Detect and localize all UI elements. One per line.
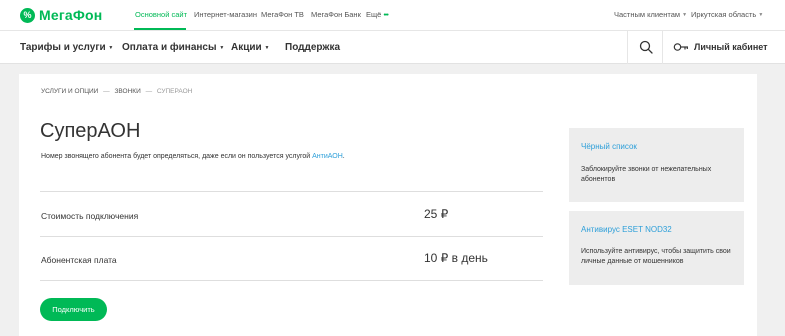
megafon-logo[interactable]: % МегаФон (20, 7, 102, 23)
nav-item-label: Акции (231, 42, 262, 53)
top-link-tv[interactable]: МегаФон ТВ (261, 10, 304, 19)
breadcrumb-separator: — (145, 88, 153, 95)
page-description: Номер звонящего абонента будет определят… (41, 153, 345, 160)
related-card-text: Заблокируйте звонки от нежелательных або… (581, 166, 712, 183)
chevron-down-icon: ▼ (219, 45, 225, 51)
page-title: СуперАОН (40, 120, 141, 142)
personal-account-label: Личный кабинет (694, 42, 768, 52)
related-card-title[interactable]: Антивирус ESET NOD32 (581, 225, 672, 234)
breadcrumb-current: СуперАОН (156, 88, 193, 95)
personal-account-link[interactable]: Личный кабинет (673, 42, 768, 52)
main-nav: Тарифы и услуги ▼ Оплата и финансы ▼ Акц… (0, 31, 785, 64)
active-tab-indicator (134, 28, 186, 30)
monthly-fee-label: Абонентская плата (41, 255, 117, 265)
key-icon (673, 43, 688, 51)
description-text: Номер звонящего абонента будет определят… (41, 153, 313, 160)
chevron-down-icon: ▼ (108, 45, 114, 51)
connection-cost-label: Стоимость подключения (41, 211, 139, 221)
breadcrumb-item-services[interactable]: Услуги и опции (41, 88, 98, 95)
top-bar: % МегаФон Основной сайт Интернет-магазин… (0, 0, 785, 31)
top-link-main-site[interactable]: Основной сайт (135, 10, 187, 19)
nav-item-promo[interactable]: Акции ▼ (231, 42, 269, 53)
chevron-down-icon: ▼ (758, 12, 764, 18)
search-button[interactable] (627, 31, 663, 64)
nav-item-label: Оплата и финансы (122, 42, 217, 53)
description-end: . (342, 153, 345, 160)
chevron-down-icon: ▼ (264, 45, 270, 51)
connection-cost-value: 25 ₽ (424, 207, 449, 221)
related-card-blacklist[interactable]: Чёрный список Заблокируйте звонки от неж… (569, 128, 744, 202)
related-card-title[interactable]: Чёрный список (581, 142, 637, 151)
breadcrumb-item-calls[interactable]: Звонки (114, 88, 140, 95)
divider (40, 280, 543, 281)
breadcrumb-separator: — (103, 88, 110, 95)
nav-item-payment[interactable]: Оплата и финансы ▼ (122, 42, 224, 53)
nav-item-label: Поддержка (285, 42, 341, 53)
top-link-more[interactable]: Ещё ••• (366, 10, 389, 19)
region-label: Иркутская область (691, 10, 757, 19)
top-link-more-label: Ещё (366, 10, 382, 19)
nav-item-label: Тарифы и услуги (20, 42, 106, 53)
top-link-bank[interactable]: МегаФон Банк (311, 10, 361, 19)
related-card-text: Используйте антивирус, чтобы защитить св… (581, 248, 731, 265)
breadcrumb: Услуги и опции — Звонки — СуперАОН (41, 88, 192, 95)
antiaon-link[interactable]: АнтиАОН (312, 153, 343, 160)
divider (40, 191, 543, 192)
related-card-antivirus[interactable]: Антивирус ESET NOD32 Используйте антивир… (569, 211, 744, 285)
nav-item-support[interactable]: Поддержка (285, 42, 340, 53)
more-dots-icon: ••• (383, 12, 388, 19)
chevron-down-icon: ▼ (682, 12, 688, 18)
logo-icon: % (20, 7, 35, 23)
nav-item-tariffs[interactable]: Тарифы и услуги ▼ (20, 42, 113, 53)
segment-selector[interactable]: Частным клиентам ▼ (614, 10, 687, 19)
segment-label: Частным клиентам (614, 10, 681, 19)
region-selector[interactable]: Иркутская область ▼ (691, 10, 763, 19)
top-link-shop[interactable]: Интернет-магазин (194, 10, 257, 19)
logo-text: МегаФон (39, 7, 103, 23)
monthly-fee-value: 10 ₽ в день (424, 251, 488, 265)
connect-button[interactable]: Подключить (40, 298, 107, 321)
content-card (19, 74, 757, 336)
divider (40, 236, 543, 237)
search-icon (639, 40, 653, 54)
